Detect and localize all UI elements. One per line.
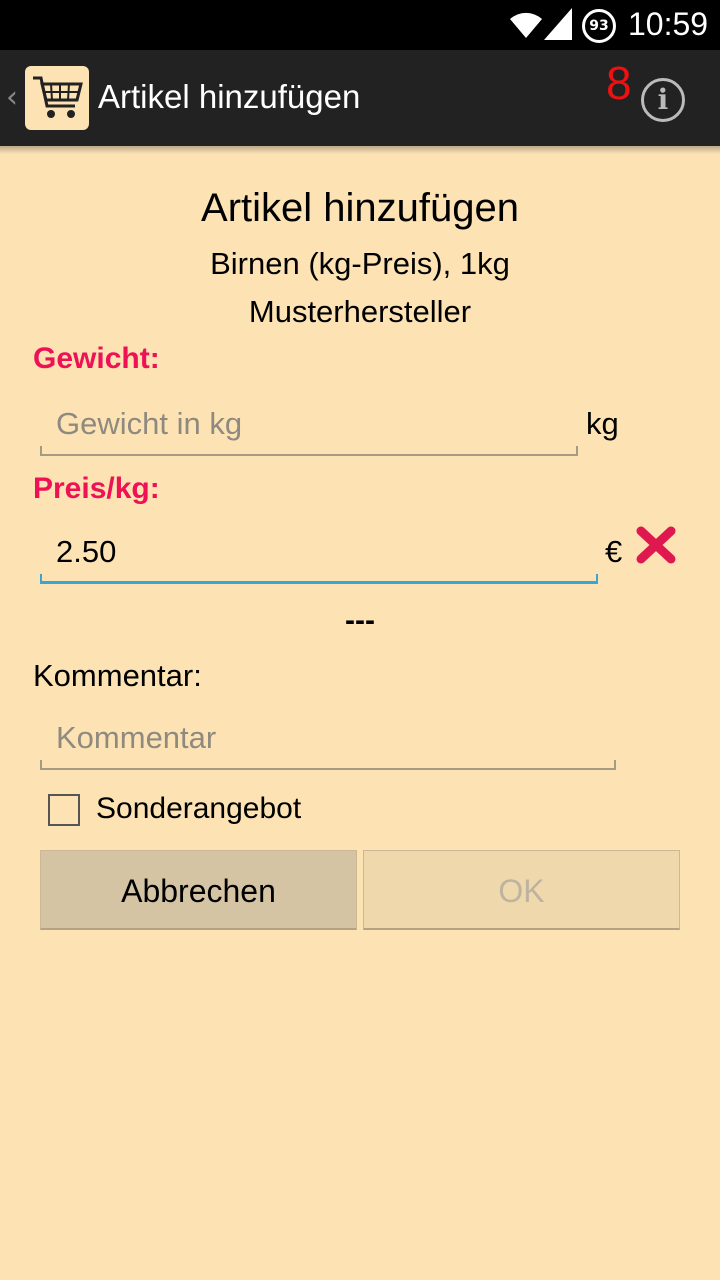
comment-underline [40,760,616,770]
shopping-cart-icon[interactable] [25,66,89,130]
total-separator: --- [345,604,375,637]
action-bar: ‹ Artikel hinzufügen 8 i [0,50,720,146]
item-count-badge: 8 [606,57,632,109]
weight-underline [40,446,578,456]
weight-unit: kg [586,406,619,441]
cancel-button[interactable]: Abbrechen [40,850,357,930]
info-icon[interactable]: i [641,78,685,122]
comment-field[interactable] [40,710,616,770]
wifi-icon [510,12,542,38]
ok-button[interactable]: OK [363,850,680,930]
action-bar-title: Artikel hinzufügen [98,78,361,115]
item-name: Birnen (kg-Preis), 1kg [210,246,510,281]
battery-icon: 93 [582,9,616,43]
weight-input[interactable] [40,396,578,452]
price-field[interactable] [40,524,598,584]
special-offer-label[interactable]: Sonderangebot [96,792,301,826]
price-underline [40,574,598,584]
weight-field[interactable] [40,396,578,456]
clear-price-icon[interactable] [634,524,678,566]
manufacturer-name: Musterhersteller [248,294,472,329]
status-bar: 93 10:59 [0,0,720,50]
weight-label: Gewicht: [33,342,160,375]
dialog-title: Artikel hinzufügen [201,186,519,230]
price-label: Preis/kg: [33,472,160,505]
action-bar-shadow [0,146,720,154]
special-offer-checkbox[interactable] [48,794,80,826]
back-caret-icon[interactable]: ‹ [6,80,18,115]
price-input[interactable] [40,524,598,580]
status-time: 10:59 [628,6,709,42]
signal-icon [544,8,572,40]
comment-input[interactable] [40,710,616,766]
price-unit: € [605,534,623,569]
comment-label: Kommentar: [33,658,202,693]
